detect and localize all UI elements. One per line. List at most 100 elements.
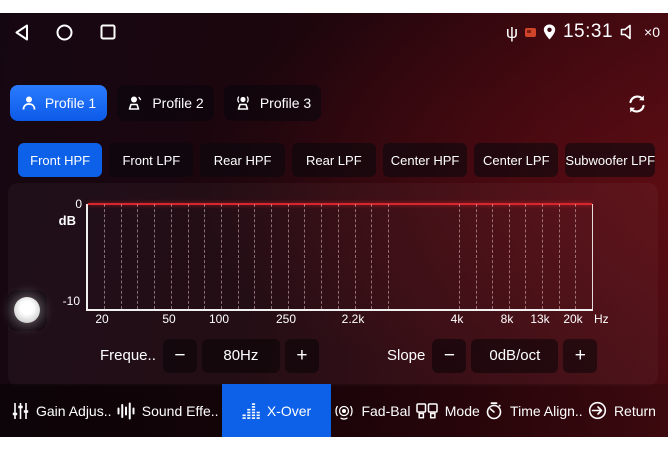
grid-line [371,204,372,309]
slope-control: Slope − 0dB/oct + [387,338,597,373]
tab-front-hpf[interactable]: Front HPF [18,143,102,177]
tab-profile-1[interactable]: Profile 1 [10,85,107,121]
tab-rear-hpf[interactable]: Rear HPF [200,143,284,177]
nav-x-over[interactable]: X-Over [222,384,331,437]
volume-count: ×0 [644,24,660,40]
nav-label: X-Over [267,403,311,419]
nav-label: Return [614,403,656,419]
grid-line [542,204,543,309]
slope-label: Slope [387,347,425,364]
x-axis-unit: Hz [594,312,609,326]
grid-line [154,204,155,309]
nav-fad-bal[interactable]: Fad-Bal [332,384,412,437]
x-axis-tick: 2.2k [335,312,371,326]
slope-plus-button[interactable]: + [563,339,597,373]
nav-gain-adjust[interactable]: Gain Adjus.. [10,384,114,437]
status-icons: ψ 15:31 ×0 [506,13,660,51]
grid-line [476,204,477,309]
tab-profile-3[interactable]: Profile 3 [224,85,321,121]
filter-label: Center LPF [483,153,549,168]
frequency-label: Freque.. [100,347,156,364]
response-curve [88,203,592,205]
sd-card-icon [525,28,536,37]
tab-front-lpf[interactable]: Front LPF [109,143,193,177]
home-icon[interactable] [56,24,73,41]
x-axis-tick: 250 [268,312,304,326]
frequency-plus-button[interactable]: + [285,339,319,373]
nav-label: Time Align.. [510,403,583,419]
y-axis-tick-min10: -10 [54,294,80,308]
nav-time-align[interactable]: Time Align.. [483,384,585,437]
profile-label: Profile 1 [45,95,96,111]
tab-subwoofer-lpf[interactable]: Subwoofer LPF [565,143,655,177]
y-axis-tick-0: 0 [56,197,82,211]
filter-label: Front HPF [30,153,90,168]
nav-label: Gain Adjus.. [36,403,112,419]
tab-rear-lpf[interactable]: Rear LPF [292,143,376,177]
grid-line [388,204,389,309]
filter-label: Center HPF [391,153,460,168]
grid-line [355,204,356,309]
nav-mode[interactable]: Mode [414,384,482,437]
nav-label: Fad-Bal [361,403,410,419]
filter-tabs: Front HPF Front LPF Rear HPF Rear LPF Ce… [18,143,655,177]
grid-line [254,204,255,309]
status-bar: ψ 15:31 ×0 [0,13,668,51]
tab-profile-2[interactable]: Profile 2 [117,85,214,121]
grid-line [559,204,560,309]
grid-line [321,204,322,309]
grid-line [288,204,289,309]
grid-line [271,204,272,309]
speakers-mode-icon [416,402,438,420]
stopwatch-icon [485,402,503,420]
nav-label: Sound Effe.. [142,403,219,419]
nav-label: Mode [445,403,480,419]
knob-indicator [14,297,40,323]
return-arrow-icon [588,401,607,420]
filter-label: Front LPF [122,153,180,168]
volume-muted-icon[interactable] [620,24,637,40]
location-icon [543,24,556,40]
tab-center-hpf[interactable]: Center HPF [383,143,467,177]
filter-label: Rear HPF [214,153,272,168]
recents-icon[interactable] [100,24,116,40]
grid-line [204,204,205,309]
rotary-knob[interactable] [7,290,47,331]
grid-line [171,204,172,309]
profile-label: Profile 3 [260,95,311,111]
x-axis-tick: 20 [84,312,120,326]
x-axis-tick: 20k [555,312,591,326]
person-waves-icon [234,95,252,111]
grid-line [575,204,576,309]
person-icon [21,95,37,111]
mixer-sliders-icon [12,402,29,420]
profile-tabs: Profile 1 Profile 2 Profile 3 [10,85,321,121]
grid-line [104,204,105,309]
grid-line [238,204,239,309]
grid-line [304,204,305,309]
x-axis-tick: 8k [489,312,525,326]
frequency-minus-button[interactable]: − [163,339,197,373]
android-nav-buttons [14,13,116,51]
back-icon[interactable] [14,24,29,41]
nav-sound-effect[interactable]: Sound Effe.. [115,384,221,437]
profile-label: Profile 2 [152,95,203,111]
plot-area [86,204,593,311]
tab-center-lpf[interactable]: Center LPF [474,143,558,177]
grid-line [121,204,122,309]
x-axis-tick: 100 [201,312,237,326]
x-axis-tick: 50 [151,312,187,326]
slope-minus-button[interactable]: − [432,339,466,373]
filter-label: Subwoofer LPF [565,153,655,168]
x-axis-tick: 13k [522,312,558,326]
filter-label: Rear LPF [306,153,362,168]
grid-line [509,204,510,309]
usb-icon: ψ [506,24,518,41]
nav-return[interactable]: Return [586,384,658,437]
clock: 15:31 [563,21,613,43]
grid-line [137,204,138,309]
frequency-control: Freque.. − 80Hz + [100,338,319,373]
reset-button[interactable] [624,91,650,117]
grid-line [492,204,493,309]
grid-line [221,204,222,309]
